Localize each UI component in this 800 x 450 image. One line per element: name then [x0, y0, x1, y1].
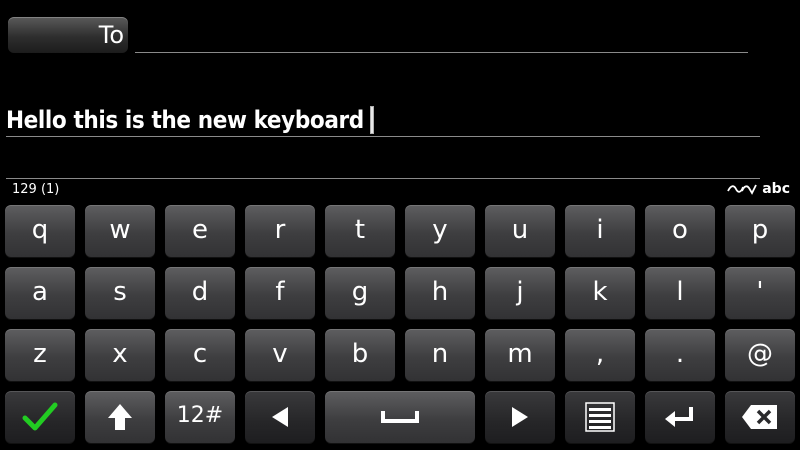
numbers-key[interactable]: 12#	[165, 391, 235, 443]
backspace-icon	[742, 405, 777, 429]
key-label: c	[192, 339, 208, 369]
cursor-left-key[interactable]	[245, 391, 315, 443]
key-label: m	[507, 339, 533, 369]
enter-key[interactable]	[645, 391, 715, 443]
virtual-keyboard: q w e r t y u i o p a s d f g h j k l ' …	[0, 201, 800, 450]
key-label: l	[676, 277, 684, 307]
cursor-right-icon	[512, 407, 528, 427]
predictive-text-icon	[727, 184, 758, 195]
key-label: q	[31, 215, 49, 245]
text-cursor	[369, 106, 374, 134]
key-label: x	[112, 339, 128, 369]
shift-arrow-icon	[108, 404, 132, 430]
key-label: o	[672, 215, 688, 245]
done-button[interactable]	[5, 391, 75, 443]
key-j[interactable]: j	[485, 267, 555, 319]
key-label: w	[109, 215, 131, 245]
backspace-key[interactable]	[725, 391, 795, 443]
key-m[interactable]: m	[485, 329, 555, 381]
message-input[interactable]: Hello this is the new keyboard	[6, 100, 374, 140]
input-mode-indicator[interactable]: abc	[727, 181, 790, 197]
key-a[interactable]: a	[5, 267, 75, 319]
cursor-right-key[interactable]	[485, 391, 555, 443]
key-label: .	[675, 339, 685, 369]
key-z[interactable]: z	[5, 329, 75, 381]
key-s[interactable]: s	[85, 267, 155, 319]
input-mode-label: abc	[762, 181, 790, 197]
shift-key[interactable]	[85, 391, 155, 443]
key-period[interactable]: .	[645, 329, 715, 381]
key-w[interactable]: w	[85, 205, 155, 257]
key-k[interactable]: k	[565, 267, 635, 319]
key-at[interactable]: @	[725, 329, 795, 381]
to-label: To	[98, 21, 124, 49]
key-f[interactable]: f	[245, 267, 315, 319]
key-label: g	[351, 277, 369, 307]
spacebar-icon	[381, 411, 419, 423]
key-label: ,	[595, 339, 605, 369]
key-label: k	[592, 277, 608, 307]
key-label: b	[351, 339, 369, 369]
key-apostrophe[interactable]: '	[725, 267, 795, 319]
key-y[interactable]: y	[405, 205, 475, 257]
character-counter: 129 (1)	[12, 182, 60, 197]
key-label: e	[192, 215, 208, 245]
key-label: u	[511, 215, 529, 245]
key-label: a	[32, 277, 48, 307]
key-c[interactable]: c	[165, 329, 235, 381]
message-underline	[6, 136, 760, 137]
key-n[interactable]: n	[405, 329, 475, 381]
key-d[interactable]: d	[165, 267, 235, 319]
key-label: s	[113, 277, 127, 307]
key-q[interactable]: q	[5, 205, 75, 257]
key-label: r	[274, 215, 286, 245]
key-t[interactable]: t	[325, 205, 395, 257]
key-r[interactable]: r	[245, 205, 315, 257]
numbers-key-label: 12#	[176, 403, 224, 428]
recipient-field[interactable]	[135, 52, 748, 53]
key-b[interactable]: b	[325, 329, 395, 381]
key-u[interactable]: u	[485, 205, 555, 257]
key-i[interactable]: i	[565, 205, 635, 257]
key-label: j	[516, 277, 524, 307]
key-l[interactable]: l	[645, 267, 715, 319]
key-p[interactable]: p	[725, 205, 795, 257]
key-label: v	[272, 339, 288, 369]
space-key[interactable]	[325, 391, 475, 443]
checkmark-icon	[22, 402, 58, 431]
key-x[interactable]: x	[85, 329, 155, 381]
key-g[interactable]: g	[325, 267, 395, 319]
key-label: @	[747, 339, 773, 369]
cursor-left-icon	[272, 407, 288, 427]
key-label: d	[191, 277, 209, 307]
enter-icon	[665, 407, 693, 427]
key-label: f	[275, 277, 285, 307]
key-label: y	[432, 215, 448, 245]
key-label: z	[33, 339, 47, 369]
message-divider	[6, 178, 760, 179]
recipient-row: To	[0, 0, 800, 60]
key-label: h	[431, 277, 449, 307]
key-label: i	[596, 215, 604, 245]
options-key[interactable]	[565, 391, 635, 443]
key-label: p	[751, 215, 769, 245]
key-o[interactable]: o	[645, 205, 715, 257]
key-label: n	[431, 339, 449, 369]
key-label: t	[354, 215, 366, 245]
key-label: '	[756, 277, 764, 307]
key-e[interactable]: e	[165, 205, 235, 257]
menu-lines-icon	[585, 402, 615, 432]
key-v[interactable]: v	[245, 329, 315, 381]
key-comma[interactable]: ,	[565, 329, 635, 381]
message-text: Hello this is the new keyboard	[6, 106, 364, 134]
to-button[interactable]: To	[8, 17, 128, 53]
key-h[interactable]: h	[405, 267, 475, 319]
